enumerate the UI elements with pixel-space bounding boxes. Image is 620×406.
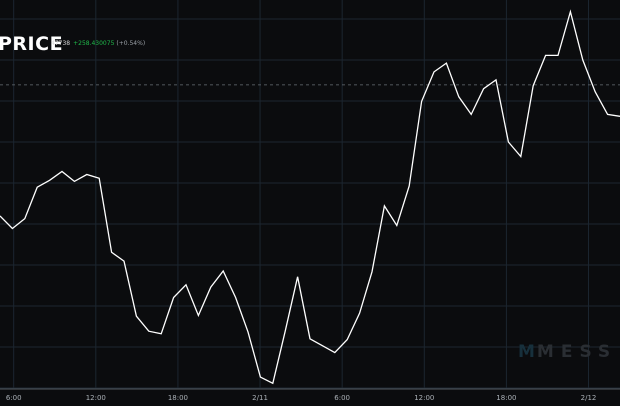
price-quote: 47738 +258.430075 (+0.54%) (51, 40, 145, 47)
watermark: M MESS (518, 342, 617, 362)
price-change: +258.430075 (73, 40, 115, 47)
price-change-percent: (+0.54%) (116, 40, 146, 47)
x-tick-label: 12:00 (86, 394, 106, 402)
messari-logo-icon: M (518, 342, 535, 362)
x-tick-label: 2/12 (581, 394, 597, 402)
x-tick-label: 18:00 (168, 394, 188, 402)
x-tick-label: 2/11 (252, 394, 268, 402)
series (0, 9, 620, 385)
price-line (0, 9, 620, 385)
x-tick-label: 12:00 (414, 394, 434, 402)
current-price: 47738 (51, 40, 71, 47)
x-tick-label: 18:00 (496, 394, 516, 402)
x-tick-label: 6:00 (6, 394, 22, 402)
x-axis: 6:00 12:00 18:00 2/11 6:00 12:00 18:00 2/12 (0, 388, 620, 402)
x-tick-label: 6:00 (334, 394, 350, 402)
grid (0, 0, 620, 389)
watermark-text: MESS (536, 342, 618, 362)
